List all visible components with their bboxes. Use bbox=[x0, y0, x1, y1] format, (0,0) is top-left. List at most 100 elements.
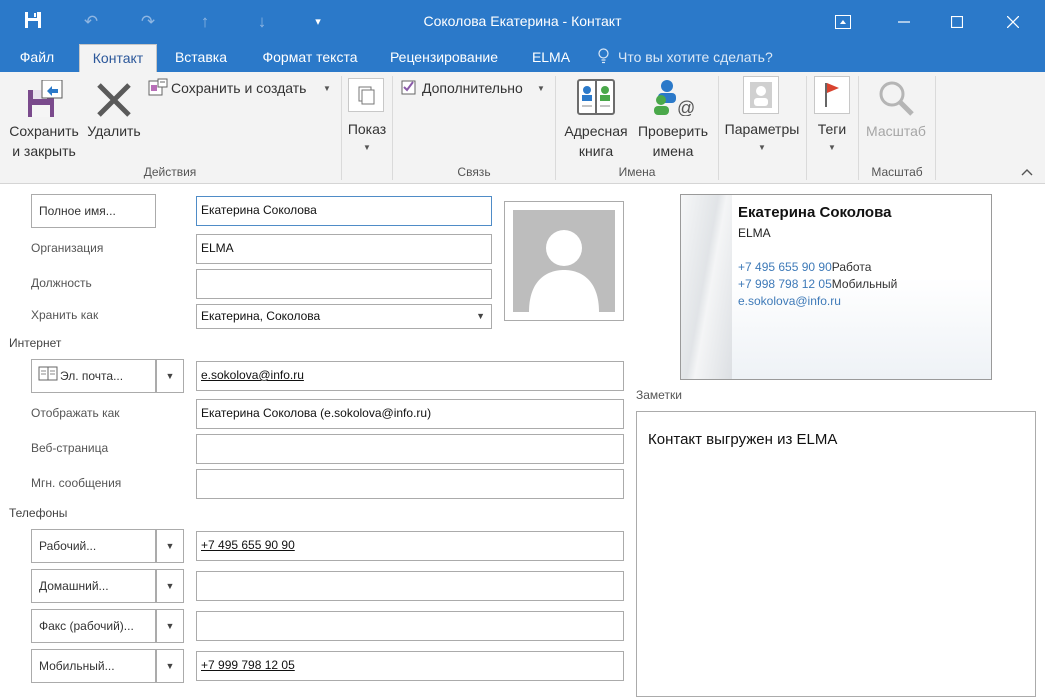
file-as-select[interactable]: Екатерина, Соколова ▼ bbox=[196, 304, 492, 329]
email-input[interactable]: e.sokolova@info.ru bbox=[196, 361, 624, 391]
business-card[interactable]: Екатерина Соколова ELMA +7 495 655 90 90… bbox=[680, 194, 992, 380]
home-phone-dropdown[interactable]: ▼ bbox=[156, 569, 184, 603]
delete-button[interactable]: Удалить bbox=[84, 121, 144, 141]
notes-label: Заметки bbox=[636, 388, 682, 402]
collapse-ribbon-icon[interactable] bbox=[1020, 165, 1034, 179]
tab-insert[interactable]: Вставка bbox=[166, 44, 236, 72]
job-title-input[interactable] bbox=[196, 269, 492, 299]
business-fax-dropdown[interactable]: ▼ bbox=[156, 609, 184, 643]
svg-text:@: @ bbox=[677, 98, 695, 116]
zoom-icon[interactable] bbox=[877, 80, 915, 116]
business-phone-dropdown[interactable]: ▼ bbox=[156, 529, 184, 563]
tags-button[interactable]: Теги bbox=[807, 119, 857, 139]
phones-section-label: Телефоны bbox=[9, 506, 68, 520]
address-book-label-1: Адресная bbox=[564, 123, 628, 139]
address-book-icon[interactable] bbox=[576, 78, 616, 116]
notes-textarea[interactable]: Контакт выгружен из ELMA bbox=[636, 411, 1036, 697]
full-name-button[interactable]: Полное имя... bbox=[31, 194, 156, 228]
card-phone-work: +7 495 655 90 90Работа bbox=[738, 260, 871, 274]
more-icon bbox=[401, 78, 419, 96]
display-as-input[interactable]: Екатерина Соколова (e.sokolova@info.ru) bbox=[196, 399, 624, 429]
email-button-label: Эл. почта... bbox=[60, 369, 124, 383]
company-input[interactable]: ELMA bbox=[196, 234, 492, 264]
minimize-icon[interactable] bbox=[881, 0, 927, 44]
address-book-small-icon bbox=[38, 361, 60, 393]
email-type-dropdown[interactable]: ▼ bbox=[156, 359, 184, 393]
business-phone-button[interactable]: Рабочий... bbox=[31, 529, 156, 563]
im-address-label: Мгн. сообщения bbox=[31, 476, 122, 490]
lightbulb-icon bbox=[598, 44, 612, 70]
group-label-zoom: Масштаб bbox=[871, 165, 923, 179]
ribbon: Сохранить и закрыть Удалить Сохранить и … bbox=[0, 72, 1045, 184]
show-chevron-down-icon[interactable]: ▼ bbox=[363, 143, 371, 152]
email-button[interactable]: Эл. почта... bbox=[31, 359, 156, 393]
web-page-label: Веб-страница bbox=[31, 441, 109, 455]
card-phone-work-number: +7 495 655 90 90 bbox=[738, 260, 832, 274]
business-fax-button[interactable]: Факс (рабочий)... bbox=[31, 609, 156, 643]
check-names-icon[interactable]: @ bbox=[653, 78, 695, 118]
tab-elma[interactable]: ELMA bbox=[524, 44, 578, 72]
card-company: ELMA bbox=[738, 226, 771, 240]
company-label: Организация bbox=[31, 241, 104, 255]
check-names-label-2: имена bbox=[652, 143, 694, 159]
group-label-connect: Связь bbox=[457, 165, 491, 179]
card-phone-mobile-number: +7 998 798 12 05 bbox=[738, 277, 832, 291]
group-separator bbox=[718, 76, 719, 180]
more-chevron-down-icon[interactable]: ▼ bbox=[537, 84, 545, 93]
card-phone-work-type: Работа bbox=[831, 260, 872, 274]
tell-me-search[interactable]: Что вы хотите сделать? bbox=[598, 44, 773, 72]
mobile-phone-input[interactable]: +7 999 798 12 05 bbox=[196, 651, 624, 681]
title-bar: ↶ ↷ ↑ ↓ ▾ Соколова Екатерина - Контакт bbox=[0, 0, 1045, 44]
check-names-button[interactable]: Проверить имена bbox=[633, 121, 713, 161]
home-phone-button[interactable]: Домашний... bbox=[31, 569, 156, 603]
file-as-value: Екатерина, Соколова bbox=[201, 309, 321, 323]
close-icon[interactable] bbox=[990, 0, 1036, 44]
options-button[interactable]: Параметры bbox=[720, 119, 804, 139]
show-button[interactable]: Показ bbox=[342, 119, 392, 139]
maximize-icon[interactable] bbox=[934, 0, 980, 44]
group-label-names: Имена bbox=[618, 165, 656, 179]
im-address-input[interactable] bbox=[196, 469, 624, 499]
address-book-label-2: книга bbox=[578, 143, 614, 159]
card-phone-mobile: +7 998 798 12 05Мобильный bbox=[738, 277, 897, 291]
save-and-close-button[interactable]: Сохранить и закрыть bbox=[6, 121, 82, 161]
business-phone-value: +7 495 655 90 90 bbox=[201, 538, 295, 552]
person-placeholder-icon bbox=[513, 210, 615, 312]
email-value: e.sokolova@info.ru bbox=[201, 368, 304, 382]
options-icon[interactable] bbox=[743, 76, 779, 114]
mobile-phone-button[interactable]: Мобильный... bbox=[31, 649, 156, 683]
save-and-close-label-2: и закрыть bbox=[12, 143, 76, 159]
job-title-label: Должность bbox=[31, 276, 92, 290]
group-label-actions: Действия bbox=[143, 165, 197, 179]
ribbon-tabs: Файл Контакт Вставка Формат текста Рецен… bbox=[0, 44, 1045, 72]
contact-photo[interactable] bbox=[504, 201, 624, 321]
save-and-close-icon[interactable] bbox=[26, 79, 64, 120]
mobile-phone-dropdown[interactable]: ▼ bbox=[156, 649, 184, 683]
mobile-phone-value: +7 999 798 12 05 bbox=[201, 658, 295, 672]
tab-format-text[interactable]: Формат текста bbox=[248, 44, 372, 72]
notes-text: Контакт выгружен из ELMA bbox=[648, 431, 838, 448]
delete-icon[interactable] bbox=[96, 82, 132, 118]
tab-file[interactable]: Файл bbox=[9, 44, 65, 72]
web-page-input[interactable] bbox=[196, 434, 624, 464]
options-chevron-down-icon[interactable]: ▼ bbox=[758, 143, 766, 152]
save-and-close-label-1: Сохранить bbox=[9, 123, 79, 139]
business-fax-input[interactable] bbox=[196, 611, 624, 641]
save-and-new-chevron-down-icon[interactable]: ▼ bbox=[323, 84, 331, 93]
save-and-new-button[interactable]: Сохранить и создать bbox=[171, 78, 306, 98]
zoom-button[interactable]: Масштаб bbox=[860, 121, 932, 141]
card-name: Екатерина Соколова bbox=[738, 204, 892, 221]
address-book-button[interactable]: Адресная книга bbox=[560, 121, 632, 161]
tags-chevron-down-icon[interactable]: ▼ bbox=[828, 143, 836, 152]
more-button[interactable]: Дополнительно bbox=[422, 78, 523, 98]
business-phone-input[interactable]: +7 495 655 90 90 bbox=[196, 531, 624, 561]
show-icon[interactable] bbox=[348, 78, 384, 112]
tab-review[interactable]: Рецензирование bbox=[378, 44, 510, 72]
home-phone-input[interactable] bbox=[196, 571, 624, 601]
full-name-input[interactable]: Екатерина Соколова bbox=[196, 196, 492, 226]
flag-icon[interactable] bbox=[814, 76, 850, 114]
display-as-label: Отображать как bbox=[31, 406, 120, 420]
ribbon-display-options-icon[interactable] bbox=[820, 0, 866, 44]
file-as-chevron-down-icon: ▼ bbox=[476, 311, 485, 321]
tab-contact[interactable]: Контакт bbox=[79, 44, 157, 72]
